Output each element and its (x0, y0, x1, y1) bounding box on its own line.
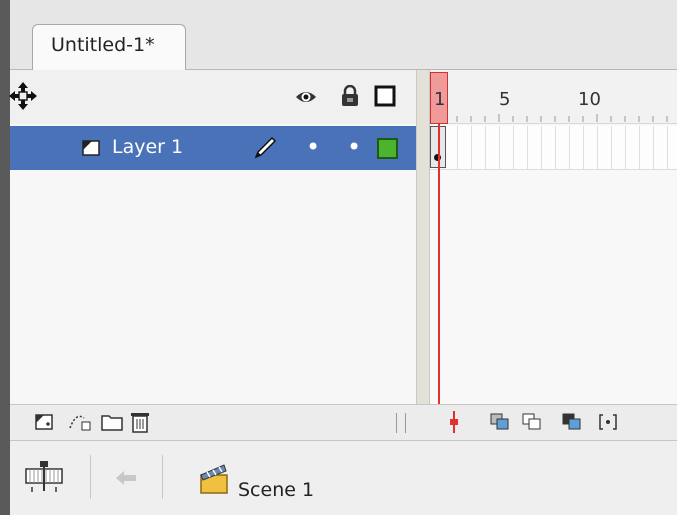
ruler-number-1: 1 (434, 89, 446, 110)
ruler-ticks (456, 114, 668, 122)
scene-bar-separator (90, 455, 91, 499)
onion-skin-outlines-button[interactable] (520, 410, 544, 434)
layer-page-icon (82, 140, 100, 156)
onion-skin-button[interactable] (488, 410, 512, 434)
layers-header (8, 70, 416, 124)
ruler-number-10: 10 (578, 89, 601, 110)
motion-guide-icon (69, 415, 91, 431)
delete-layer-button[interactable] (128, 410, 152, 434)
new-layer-icon (35, 414, 53, 430)
lock-icon[interactable] (340, 85, 360, 107)
modify-onion-markers-icon (599, 414, 617, 430)
edit-multiple-frames-button[interactable] (560, 410, 584, 434)
new-layer-button[interactable] (32, 410, 56, 434)
document-tab[interactable]: Untitled-1* (32, 24, 186, 70)
modify-onion-markers-button[interactable] (596, 410, 620, 434)
center-frame-icon (450, 411, 458, 433)
document-tab-title: Untitled-1* (51, 34, 155, 56)
new-folder-button[interactable] (100, 410, 124, 434)
scene-clapper-icon[interactable] (198, 461, 230, 495)
layer-row-layer-1[interactable]: Layer 1 • • (10, 126, 416, 170)
document-tab-strip: Untitled-1* (10, 0, 677, 70)
scene-bar-separator (162, 455, 163, 499)
scene-navigation-bar: Scene 1 (10, 440, 677, 515)
layers-timeline-divider[interactable] (416, 70, 430, 404)
pencil-icon (254, 136, 277, 159)
timeline-frames-area[interactable]: 1 5 10 (430, 70, 677, 404)
new-folder-icon (101, 415, 123, 431)
layer-1-frames[interactable] (430, 126, 677, 170)
trash-icon (131, 413, 149, 433)
center-frame-button[interactable] (442, 410, 466, 434)
eye-icon[interactable] (294, 88, 318, 106)
timeline-panel: Layer 1 • • 1 5 10 (8, 70, 677, 440)
onion-skin-icon (490, 413, 509, 430)
timeline-icon[interactable] (24, 459, 64, 495)
playhead-line (438, 124, 440, 404)
panel-resize-grip[interactable] (396, 413, 406, 433)
timeline-bottom-bar (10, 404, 677, 440)
lock-dot[interactable]: • (347, 132, 361, 162)
visibility-dot[interactable]: • (306, 132, 320, 162)
left-panel-edge (0, 0, 10, 515)
layer-name: Layer 1 (112, 136, 184, 158)
move-panel-icon[interactable] (8, 81, 38, 111)
edit-multiple-frames-icon (562, 413, 581, 430)
ruler-number-5: 5 (499, 89, 511, 110)
layer-outline-color-swatch[interactable] (377, 138, 398, 159)
onion-skin-outlines-icon (522, 413, 541, 430)
outline-square-icon[interactable] (374, 85, 396, 107)
add-motion-guide-button[interactable] (68, 410, 92, 434)
frame-ruler[interactable]: 1 5 10 (430, 70, 677, 124)
scene-name[interactable]: Scene 1 (238, 479, 314, 501)
back-arrow-icon[interactable] (114, 469, 138, 487)
